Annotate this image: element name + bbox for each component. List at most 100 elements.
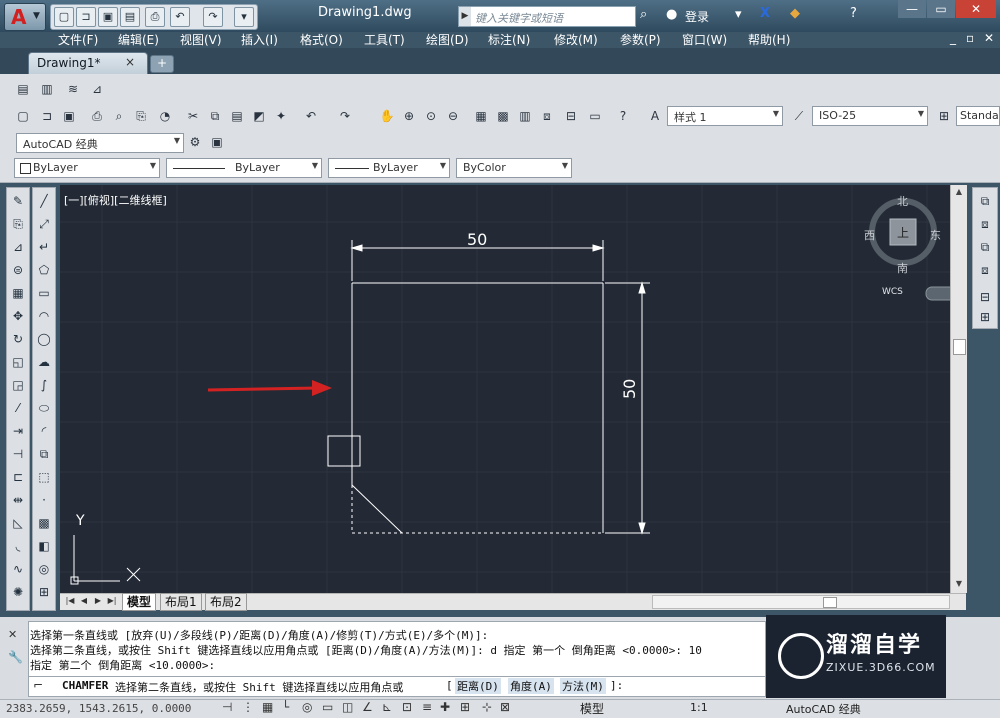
paste-icon[interactable]: ▤ (228, 107, 246, 125)
drawing-canvas[interactable]: 50 50 Y 北 南 西 东 上 WCS (60, 185, 950, 593)
new-file-icon[interactable]: ▢ (14, 107, 32, 125)
text-style-icon[interactable]: A (646, 107, 664, 125)
ellipse-icon[interactable]: ⬭ (35, 399, 53, 417)
color-select[interactable]: ByLayer ▼ (14, 158, 160, 178)
binoculars-icon[interactable]: ⌕ (640, 7, 647, 22)
annotation-scale[interactable]: 1:1 (690, 701, 708, 714)
layer-state-icon[interactable]: ▥ (38, 80, 56, 98)
text-front-icon[interactable]: ⊟ (976, 288, 994, 306)
exchange-icon[interactable]: X (760, 6, 770, 21)
menu-insert[interactable]: 插入(I) (241, 31, 278, 48)
viewcube-north[interactable]: 北 (897, 193, 908, 209)
user-icon[interactable]: ● (666, 7, 677, 22)
layer-previous-icon[interactable]: ≋ (64, 80, 82, 98)
save-file-icon[interactable]: ▣ (60, 107, 78, 125)
insert-block-icon[interactable]: ⧉ (35, 445, 53, 463)
array-icon[interactable]: ▦ (9, 284, 27, 302)
publish-icon[interactable]: ⎘ (132, 107, 150, 125)
option-angle[interactable]: 角度(A) (508, 678, 554, 694)
construction-line-icon[interactable]: ⤢ (35, 215, 53, 233)
arc-icon[interactable]: ◠ (35, 307, 53, 325)
doc-minimize-icon[interactable]: _ (950, 31, 956, 45)
wcs-menu[interactable]: WCS (882, 287, 903, 297)
3d-osnap-icon[interactable]: ◫ (342, 700, 353, 714)
rectangle-icon[interactable]: ▭ (35, 284, 53, 302)
scale-icon[interactable]: ◱ (9, 353, 27, 371)
polyline-icon[interactable]: ↵ (35, 238, 53, 256)
scroll-down-icon[interactable]: ▼ (953, 579, 965, 589)
zoom-window-icon[interactable]: ⊙ (422, 107, 440, 125)
copy-icon[interactable]: ⧉ (206, 107, 224, 125)
lineweight-select[interactable]: ByLayer ▼ (328, 158, 450, 178)
next-layout-icon[interactable]: ▶ (92, 595, 104, 607)
model-space-toggle[interactable]: 模型 (580, 700, 604, 717)
undo-icon[interactable]: ↶ (170, 7, 190, 27)
circle-icon[interactable]: ◯ (35, 330, 53, 348)
layer-isolate-icon[interactable]: ⊿ (88, 80, 106, 98)
make-block-icon[interactable]: ⬚ (35, 468, 53, 486)
login-link[interactable]: 登录 (685, 8, 709, 25)
tab-drawing1[interactable]: Drawing1* × (28, 52, 148, 75)
menu-dimension[interactable]: 标注(N) (488, 31, 530, 48)
gradient-icon[interactable]: ◧ (35, 537, 53, 555)
redo-toolbar-icon[interactable]: ↷ (336, 107, 354, 125)
menu-window[interactable]: 窗口(W) (682, 31, 727, 48)
maximize-button[interactable]: ▭ (927, 0, 955, 18)
selection-cycling-icon[interactable]: ⊹ (482, 700, 492, 714)
viewcube-south[interactable]: 南 (897, 260, 908, 276)
viewcube-top-face[interactable]: 上 (897, 224, 909, 241)
bring-above-icon[interactable]: ⧉ (976, 238, 994, 256)
polar-tracking-icon[interactable]: ◎ (302, 700, 312, 714)
zoom-realtime-icon[interactable]: ⊕ (400, 107, 418, 125)
close-button[interactable]: ✕ (956, 0, 996, 18)
copy-object-icon[interactable]: ⎘ (9, 215, 27, 233)
pan-icon[interactable]: ✋ (378, 107, 396, 125)
trim-icon[interactable]: ⁄ (9, 399, 27, 417)
open-file-icon[interactable]: ⊐ (38, 107, 56, 125)
fillet-icon[interactable]: ◟ (9, 537, 27, 555)
scroll-thumb[interactable] (953, 339, 966, 355)
blend-icon[interactable]: ∿ (9, 560, 27, 578)
3d-print-icon[interactable]: ◔ (156, 107, 174, 125)
workspace-settings-icon[interactable]: ⚙ (186, 133, 204, 151)
polygon-icon[interactable]: ⬠ (35, 261, 53, 279)
help-toolbar-icon[interactable]: ? (614, 107, 632, 125)
snap-mode-icon[interactable]: ⋮ (242, 700, 254, 714)
last-layout-icon[interactable]: ▶| (106, 595, 118, 607)
scroll-up-icon[interactable]: ▲ (953, 187, 965, 197)
ellipse-arc-icon[interactable]: ◜ (35, 422, 53, 440)
tab-layout2[interactable]: 布局2 (205, 593, 247, 611)
menu-help[interactable]: 帮助(H) (748, 31, 790, 48)
quickcalc-icon[interactable]: ▭ (586, 107, 604, 125)
saveas-icon[interactable]: ▤ (120, 7, 140, 27)
h-scroll-thumb[interactable] (823, 597, 837, 608)
block-editor-icon[interactable]: ✦ (272, 107, 290, 125)
plot-preview-icon[interactable]: ⌕ (110, 107, 128, 125)
lineweight-toggle-icon[interactable]: ≡ (422, 700, 432, 714)
tool-palettes-icon[interactable]: ▥ (516, 107, 534, 125)
menu-file[interactable]: 文件(F) (58, 31, 98, 48)
option-method[interactable]: 方法(M) (560, 678, 606, 694)
prev-layout-icon[interactable]: ◀ (78, 595, 90, 607)
markup-icon[interactable]: ⊟ (562, 107, 580, 125)
doc-restore-icon[interactable]: ▫ (966, 31, 974, 45)
revision-cloud-icon[interactable]: ☁ (35, 353, 53, 371)
customize-qat-icon[interactable]: ▾ (234, 7, 254, 27)
first-layout-icon[interactable]: |◀ (64, 595, 76, 607)
save-icon[interactable]: ▣ (98, 7, 118, 27)
search-input[interactable]: ▶ 键入关键字或短语 (458, 6, 636, 27)
sync-icon[interactable]: ◆ (790, 6, 800, 21)
workspace-switch[interactable]: AutoCAD 经典 (786, 701, 861, 717)
spline-icon[interactable]: ∫ (35, 376, 53, 394)
ortho-mode-icon[interactable]: └ (282, 700, 289, 714)
vertical-scrollbar[interactable]: ▲ ▼ (950, 185, 967, 593)
plot-icon[interactable]: ⎙ (88, 107, 106, 125)
redo-icon[interactable]: ↷ (203, 7, 223, 27)
menu-edit[interactable]: 编辑(E) (118, 31, 159, 48)
design-center-icon[interactable]: ▩ (494, 107, 512, 125)
viewport-controls-label[interactable]: [一][俯视][二维线框] (64, 192, 167, 208)
explode-icon[interactable]: ✺ (9, 583, 27, 601)
region-icon[interactable]: ◎ (35, 560, 53, 578)
dropdown-icon[interactable]: ▾ (735, 7, 742, 22)
point-icon[interactable]: · (35, 491, 53, 509)
